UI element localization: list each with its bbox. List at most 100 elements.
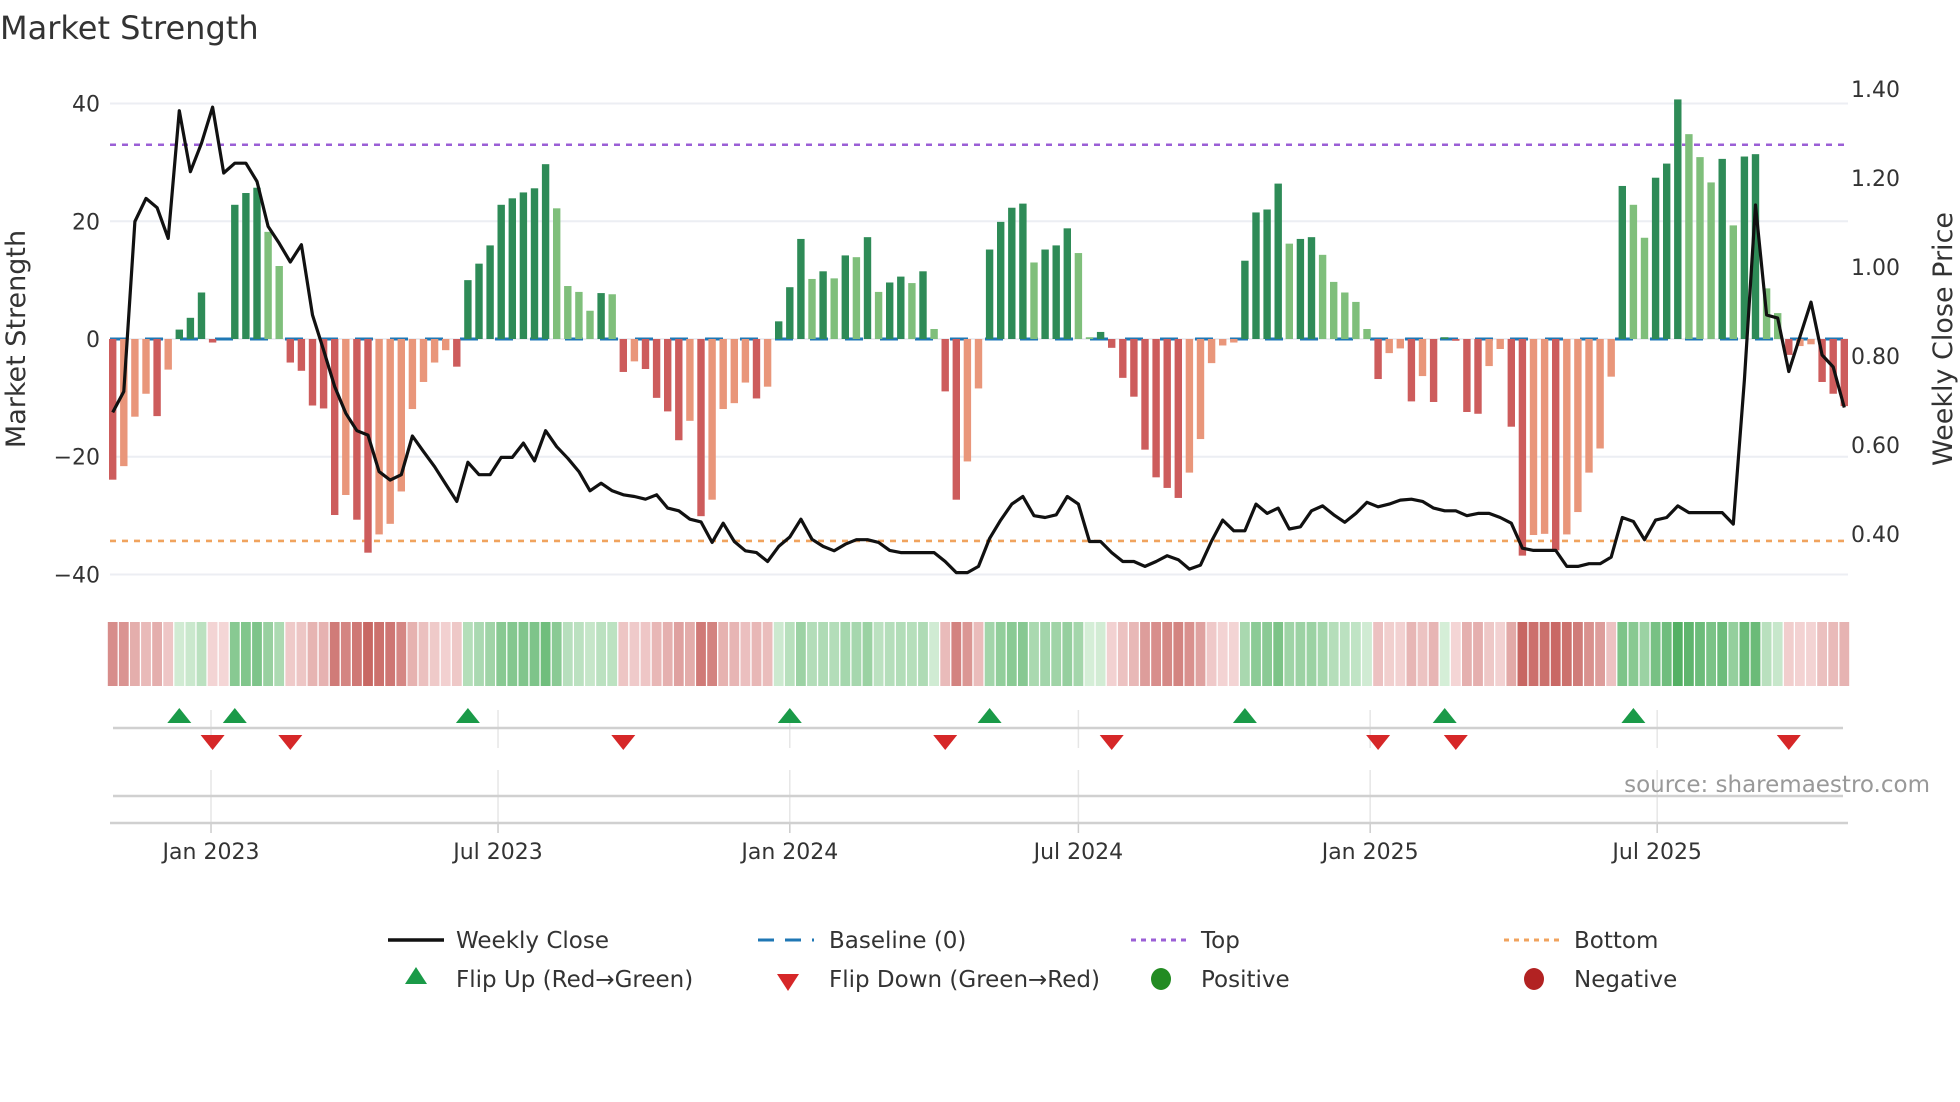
strip-cell (1750, 622, 1761, 686)
strength-bar (952, 339, 960, 500)
right-axis-ticks: 0.40 0.60 0.80 1.00 1.20 1.40 (1851, 78, 1900, 548)
legend-label: Flip Up (Red→Green) (456, 967, 693, 993)
strip-cell (1484, 622, 1494, 686)
flip-up-marker (1621, 708, 1646, 723)
strength-bar (564, 286, 572, 339)
x-tick-label: Jul 2023 (451, 840, 543, 865)
legend-item-top[interactable]: Top (1131, 928, 1240, 954)
strength-bar (985, 249, 994, 339)
strength-bar (1651, 177, 1660, 339)
strength-bar (1707, 182, 1715, 339)
strip-cell (740, 622, 751, 686)
strip-cell (107, 622, 118, 686)
strip-cell (307, 622, 318, 686)
strength-bar (741, 339, 750, 383)
strip-cell (1506, 622, 1517, 686)
strip-cell (474, 622, 484, 686)
strip-cell (130, 622, 140, 686)
strength-bar (997, 221, 1005, 339)
legend-label: Weekly Close (456, 928, 609, 954)
strip-cell (1606, 622, 1617, 686)
y2-tick-label: 0.80 (1851, 345, 1900, 370)
strip-cell (1717, 622, 1728, 686)
strip-cell (440, 622, 451, 686)
strip-cell (962, 622, 973, 686)
strip-cell (1006, 622, 1017, 686)
legend-item-bottom[interactable]: Bottom (1504, 928, 1658, 954)
strength-bar (1596, 339, 1604, 449)
strip-cell (840, 622, 851, 686)
strength-bar (586, 310, 594, 339)
legend-item-negative[interactable]: Negative (1524, 967, 1677, 993)
strength-bar (1252, 212, 1260, 339)
strip-cell (174, 622, 185, 686)
strip-cell (607, 622, 618, 686)
strength-bar (519, 192, 528, 339)
strength-bar (1341, 292, 1349, 339)
strength-bar (331, 339, 339, 516)
chart-title: Market Strength (0, 9, 259, 47)
strength-bar (1540, 339, 1549, 534)
strength-bar (131, 339, 139, 417)
legend-item-flip-up[interactable]: Flip Up (Red→Green) (405, 967, 693, 993)
strength-bar (808, 278, 816, 339)
strip-cell (263, 622, 273, 686)
strength-bar (1130, 339, 1138, 397)
strip-cell (1384, 622, 1395, 686)
strip-cell (1095, 622, 1106, 686)
strip-cell (884, 622, 895, 686)
strength-bar (1563, 339, 1571, 535)
strip-cell (1073, 622, 1084, 686)
strip-cell (1672, 622, 1683, 686)
strength-bar (874, 291, 883, 339)
strength-bar (819, 271, 827, 339)
strength-bar (419, 339, 428, 382)
strength-bar (1152, 339, 1160, 478)
strength-bar (941, 339, 949, 392)
strength-bar (175, 329, 183, 339)
strength-bar (1363, 328, 1371, 339)
strength-bar (1807, 339, 1815, 345)
strip-cell (207, 622, 218, 686)
legend-item-weekly-close[interactable]: Weekly Close (388, 928, 609, 954)
strip-cell (352, 622, 362, 686)
y2-tick-label: 1.00 (1851, 256, 1900, 281)
strip-cell (1117, 622, 1128, 686)
strength-bar (286, 339, 294, 363)
strength-bar (497, 204, 505, 339)
strength-bar (1374, 339, 1382, 380)
strip-cell (451, 622, 462, 686)
strength-bar (1274, 183, 1282, 339)
strength-bar (797, 238, 805, 339)
strength-bar (464, 280, 472, 339)
strip-cell (1217, 622, 1228, 686)
strip-cell (1739, 622, 1750, 686)
strip-cell (773, 622, 784, 686)
flip-up-marker (977, 708, 1002, 723)
legend-item-flip-down[interactable]: Flip Down (Green→Red) (777, 967, 1100, 993)
strip-cell (540, 622, 551, 686)
x-tick-label: Jul 2025 (1610, 840, 1702, 865)
strength-bar (852, 257, 861, 339)
strength-bar (297, 339, 306, 371)
strength-bar (930, 328, 938, 339)
y2-tick-label: 0.60 (1851, 434, 1900, 459)
strip-cell (252, 622, 262, 686)
strip-cell (662, 622, 673, 686)
strength-bar (1219, 339, 1227, 346)
strength-bar (1385, 339, 1393, 354)
strength-bar (641, 339, 650, 370)
strength-bar (1296, 238, 1305, 339)
strength-bar (1729, 225, 1737, 339)
strength-bar (830, 278, 838, 339)
strip-cell (496, 622, 507, 686)
strength-bar (1429, 339, 1438, 402)
legend-item-positive[interactable]: Positive (1151, 967, 1290, 993)
strip-cell (1761, 622, 1772, 686)
strength-bar (1108, 339, 1116, 348)
strip-cell (241, 622, 251, 686)
legend-item-baseline[interactable]: Baseline (0) (758, 928, 966, 954)
x-axis: Jan 2023 Jul 2023 Jan 2024 Jul 2024 Jan 2025… (110, 821, 1848, 865)
strength-bar (664, 339, 672, 412)
strip-cell (796, 622, 806, 686)
